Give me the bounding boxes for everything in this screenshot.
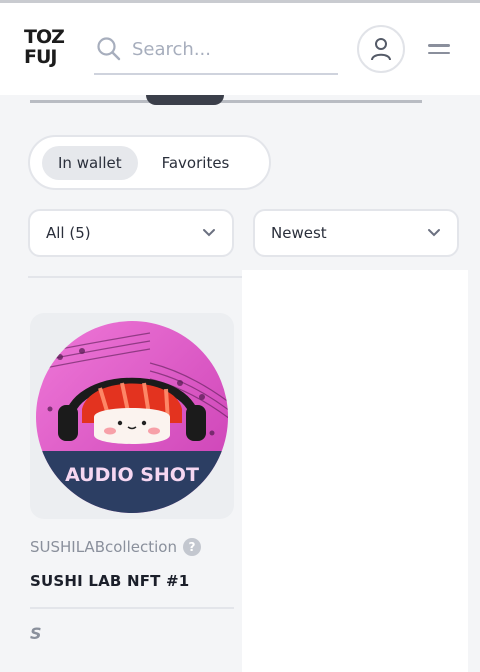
card-divider: [30, 607, 234, 609]
account-button[interactable]: [357, 25, 405, 73]
horizontal-scroll-thumb[interactable]: [146, 95, 224, 105]
logo-line-1: TOZ: [24, 26, 65, 48]
app-header: TOZ FUJ Search...: [0, 3, 480, 95]
nft-card-image[interactable]: AUDIO SHOT: [30, 313, 234, 519]
chevron-down-icon: [203, 229, 215, 237]
sort-select[interactable]: Newest: [253, 209, 459, 257]
artwork-title: AUDIO SHOT: [65, 464, 199, 486]
help-icon[interactable]: ?: [182, 538, 201, 556]
collection-name[interactable]: SUSHILABcollection ?: [30, 538, 201, 556]
chevron-down-icon: [428, 229, 440, 237]
category-filter-value: All (5): [46, 224, 91, 242]
brand-logo[interactable]: TOZ FUJ: [24, 27, 72, 71]
user-icon: [371, 38, 391, 61]
search-icon: [97, 37, 121, 61]
category-filter-select[interactable]: All (5): [28, 209, 234, 257]
nft-title[interactable]: SUSHI LAB NFT #1: [30, 572, 189, 590]
hamburger-menu-icon[interactable]: [428, 37, 452, 61]
horizontal-scroll-track[interactable]: [30, 100, 422, 103]
currency-icon: S: [30, 624, 42, 643]
section-divider: [28, 276, 242, 278]
wallet-tabs: In wallet Favorites: [28, 135, 271, 190]
tab-in-wallet[interactable]: In wallet: [42, 145, 138, 180]
menu-line: [428, 44, 450, 47]
search-input[interactable]: Search...: [132, 39, 211, 60]
nft-artwork: AUDIO SHOT: [36, 321, 228, 513]
empty-grid-column: [242, 270, 468, 672]
sort-value: Newest: [271, 224, 327, 242]
tab-favorites[interactable]: Favorites: [150, 146, 246, 180]
search-box[interactable]: Search...: [94, 25, 338, 75]
logo-line-2: FUJ: [24, 46, 57, 68]
menu-line: [428, 51, 450, 54]
collection-label: SUSHILABcollection: [30, 538, 177, 556]
